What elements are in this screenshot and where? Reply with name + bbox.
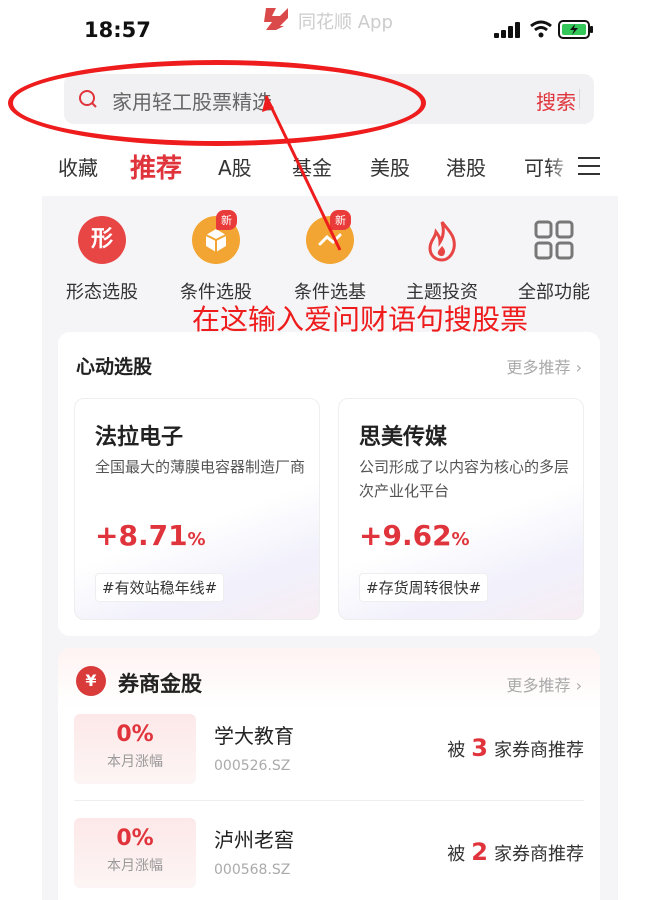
list-item[interactable]: 0% 本月涨幅 学大教育 000526.SZ 被 3 家券商推荐	[74, 714, 584, 786]
rec-suffix: 家券商推荐	[494, 740, 584, 761]
monthly-change: 0%	[116, 826, 154, 851]
more-link[interactable]: 更多推荐 ›	[506, 354, 582, 378]
monthly-change-box: 0% 本月涨幅	[74, 818, 196, 888]
row-divider	[74, 800, 584, 801]
rec-count: 3	[471, 734, 488, 762]
rec-suffix: 家券商推荐	[494, 844, 584, 865]
rec-prefix: 被	[447, 844, 466, 865]
more-label: 更多推荐	[506, 358, 571, 377]
chevron-right-icon: ›	[575, 676, 582, 695]
list-item[interactable]: 0% 本月涨幅 泸州老窖 000568.SZ 被 2 家券商推荐	[74, 818, 584, 890]
change-value: +8.71	[95, 519, 188, 552]
broker-count: 被 3 家券商推荐	[447, 734, 584, 762]
monthly-change-label: 本月涨幅	[107, 754, 163, 770]
stock-tag[interactable]: #有效站稳年线#	[95, 573, 225, 602]
monthly-change-box: 0% 本月涨幅	[74, 714, 196, 784]
pick-card[interactable]: 法拉电子 全国最大的薄膜电容器制造厂商 +8.71% #有效站稳年线#	[74, 398, 320, 620]
monthly-change-label: 本月涨幅	[107, 858, 163, 874]
change-unit: %	[451, 529, 470, 550]
more-link[interactable]: 更多推荐 ›	[506, 672, 582, 696]
stock-desc: 全国最大的薄膜电容器制造厂商	[95, 458, 306, 476]
change-unit: %	[187, 529, 206, 550]
change-value: +9.62	[359, 519, 452, 552]
section-title: 心动选股	[76, 356, 153, 378]
stock-name: 思美传媒	[359, 425, 448, 450]
pick-card[interactable]: 思美传媒 公司形成了以内容为核心的多层次产业化平台 +9.62% #存货周转很快…	[338, 398, 584, 620]
stock-name: 泸州老窖	[214, 828, 294, 852]
chevron-right-icon: ›	[575, 358, 582, 377]
monthly-change: 0%	[116, 722, 154, 747]
stock-desc: 公司形成了以内容为核心的多层次产业化平台	[359, 458, 570, 500]
more-label: 更多推荐	[506, 676, 571, 695]
broker-picks-section: ¥ 券商金股 更多推荐 › 0% 本月涨幅 学大教育 000526.SZ 被3家…	[58, 648, 600, 900]
heart-picks-card: 心动选股 更多推荐 › 法拉电子 全国最大的薄膜电容器制造厂商 +8.71% #…	[58, 332, 600, 636]
rec-count: 2	[471, 838, 488, 866]
broker-count: 被 2 家券商推荐	[447, 838, 584, 866]
stock-name: 学大教育	[214, 724, 294, 748]
stock-change: +8.71%	[95, 519, 206, 552]
rec-prefix: 被	[447, 740, 466, 761]
yen-icon: ¥	[76, 666, 106, 696]
stock-change: +9.62%	[359, 519, 470, 552]
stock-tag[interactable]: #存货周转很快#	[359, 573, 489, 602]
stock-name: 法拉电子	[95, 425, 184, 450]
stock-code: 000568.SZ	[214, 862, 291, 878]
section-title: 券商金股	[118, 672, 202, 696]
stock-code: 000526.SZ	[214, 758, 291, 774]
